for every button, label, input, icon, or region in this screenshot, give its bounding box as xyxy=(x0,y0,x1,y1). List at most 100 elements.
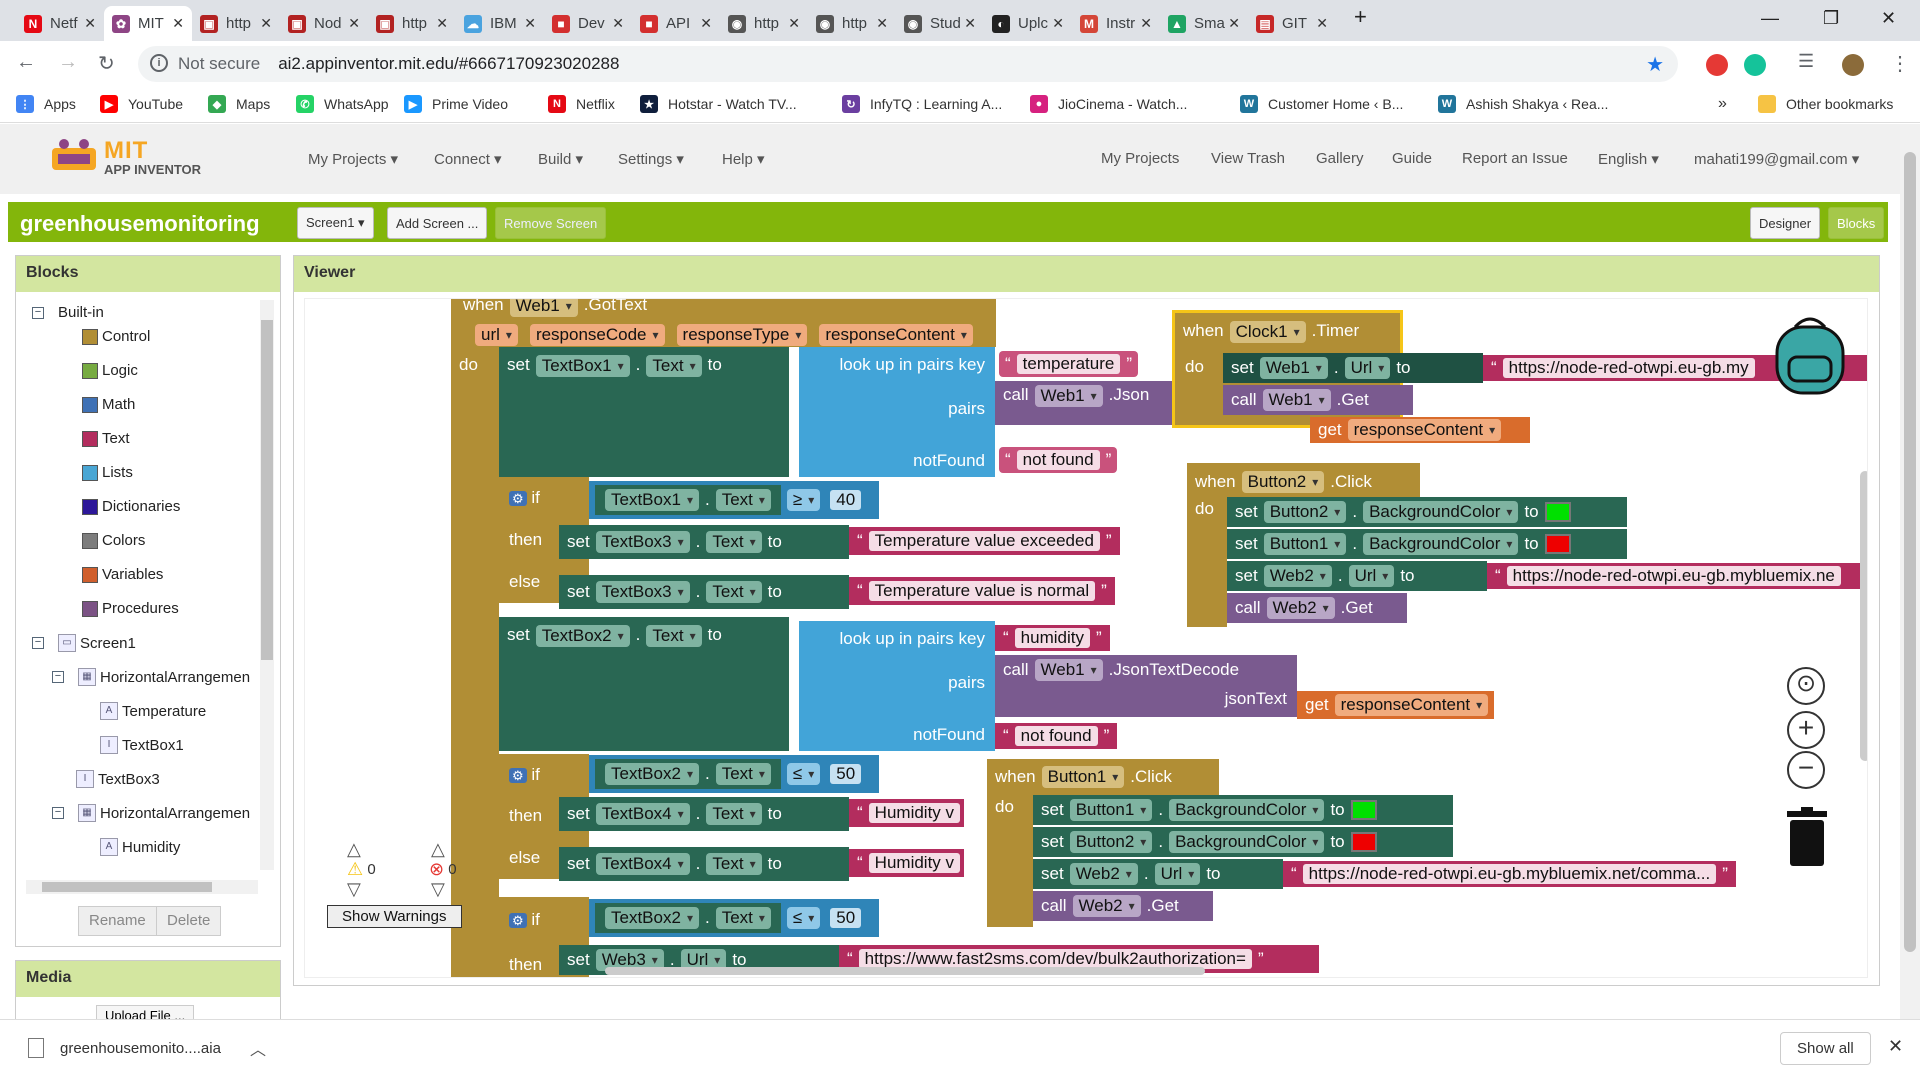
get-responsecontent[interactable]: get responseContent xyxy=(1297,691,1495,719)
close-tab-icon[interactable]: ✕ xyxy=(84,15,96,32)
browser-tab[interactable]: ■ Dev ✕ xyxy=(544,6,632,41)
lookup-pairs-temp[interactable]: look up in pairs key pairs notFound xyxy=(799,347,995,477)
number-50-value[interactable]: 50 xyxy=(830,764,862,784)
textbox1-dropdown[interactable]: TextBox1 xyxy=(605,489,699,511)
lte-dropdown[interactable]: ≤ xyxy=(786,763,821,785)
lte-dropdown[interactable]: ≤ xyxy=(786,907,821,929)
tree-vertical-scrollbar[interactable] xyxy=(260,300,274,870)
screen-select[interactable]: Screen1 ▾ xyxy=(297,207,374,239)
web1-dropdown[interactable]: Web1 xyxy=(1034,385,1103,407)
get-textbox2-text[interactable]: TextBox2. Text xyxy=(595,759,781,789)
web2-dropdown[interactable]: Web2 xyxy=(1263,565,1332,587)
workspace-vertical-scrollbar[interactable] xyxy=(1860,471,1867,761)
bgcolor-dropdown[interactable]: BackgroundColor xyxy=(1169,799,1325,821)
web1-dropdown[interactable]: Web1 xyxy=(509,299,578,317)
browser-tab[interactable]: ▲ Sma ✕ xyxy=(1160,6,1248,41)
param-responsecontent[interactable]: responseContent xyxy=(819,324,973,346)
b2-url-value[interactable]: https://node-red-otwpi.eu-gb.mybluemix.n… xyxy=(1506,566,1841,586)
close-tab-icon[interactable]: ✕ xyxy=(1316,15,1328,32)
more-bookmarks-icon[interactable]: » xyxy=(1718,95,1727,113)
error-down-arrow-icon[interactable]: ▽ xyxy=(431,879,445,900)
fast2sms-value[interactable]: https://www.fast2sms.com/dev/bulk2author… xyxy=(858,949,1252,969)
web1-dropdown[interactable]: Web1 xyxy=(1259,357,1328,379)
temp-exceeded-string[interactable]: “ Temperature value exceeded ” xyxy=(849,527,1120,555)
text-prop-dropdown[interactable]: Text xyxy=(706,853,762,875)
block-category-item[interactable]: Math xyxy=(82,396,135,413)
bookmark-item[interactable]: ↻ InfyTQ : Learning A... xyxy=(842,95,1002,113)
backpack-icon[interactable] xyxy=(1765,309,1855,399)
top-menu-item[interactable]: Settings ▾ xyxy=(618,150,684,168)
block-category-item[interactable]: Colors xyxy=(82,532,145,549)
close-tab-icon[interactable]: ✕ xyxy=(788,15,800,32)
web2-dropdown[interactable]: Web2 xyxy=(1266,597,1335,619)
bgcolor-dropdown[interactable]: BackgroundColor xyxy=(1363,533,1519,555)
top-menu-item[interactable]: My Projects ▾ xyxy=(308,150,398,168)
textbox2-dropdown[interactable]: TextBox2 xyxy=(605,907,699,929)
temp-normal-string[interactable]: “ Temperature value is normal ” xyxy=(849,577,1115,605)
number-40-value[interactable]: 40 xyxy=(830,490,862,510)
get-textbox2-text[interactable]: TextBox2. Text xyxy=(595,903,781,933)
set-button2-bg-green[interactable]: set Button2. BackgroundColor to xyxy=(1227,497,1627,527)
temp-exceeded-value[interactable]: Temperature value exceeded xyxy=(868,531,1100,551)
get-responsecontent-behind[interactable]: get responseContent xyxy=(1310,417,1530,443)
forward-icon[interactable]: → xyxy=(58,51,78,74)
green-color-swatch[interactable] xyxy=(1544,502,1571,522)
block-category-item[interactable]: Text xyxy=(82,430,130,447)
compare-hum-50[interactable]: TextBox2. Text ≤ 50 xyxy=(589,755,879,793)
top-menu-item[interactable]: Guide xyxy=(1392,150,1432,167)
notfound-string[interactable]: “ not found ” xyxy=(999,447,1118,473)
button2-dropdown[interactable]: Button2 xyxy=(1069,831,1153,853)
delete-button[interactable]: Delete xyxy=(156,906,222,936)
browser-tab[interactable]: M Instr ✕ xyxy=(1072,6,1160,41)
warning-down-arrow-icon[interactable]: ▽ xyxy=(347,879,361,900)
url-prop-dropdown[interactable]: Url xyxy=(1348,565,1395,587)
bookmark-item[interactable]: ◆ Maps xyxy=(208,95,270,113)
show-warnings-button[interactable]: Show Warnings xyxy=(327,905,462,928)
b2-url-string[interactable]: “ https://node-red-otwpi.eu-gb.mybluemix… xyxy=(1487,563,1867,589)
close-tab-icon[interactable]: ✕ xyxy=(524,15,536,32)
humidity-value-a[interactable]: Humidity v xyxy=(868,803,961,823)
web2-dropdown[interactable]: Web2 xyxy=(1069,863,1138,885)
profile-avatar[interactable] xyxy=(1842,54,1864,76)
call-web1-json-partial[interactable]: call Web1 .Json xyxy=(995,381,1175,425)
component-item[interactable]: A Temperature xyxy=(100,702,206,720)
reading-list-icon[interactable]: ☰ xyxy=(1798,51,1814,72)
gear-icon[interactable]: ⚙ xyxy=(509,491,527,506)
component-item[interactable]: I TextBox3 xyxy=(76,770,160,788)
humidity-string-b[interactable]: “ Humidity v xyxy=(849,849,964,877)
zoom-in-icon[interactable]: + xyxy=(1787,711,1825,749)
textbox2-dropdown[interactable]: TextBox2 xyxy=(605,763,699,785)
close-tab-icon[interactable]: ✕ xyxy=(1052,15,1064,32)
other-bookmarks[interactable]: Other bookmarks xyxy=(1758,95,1893,113)
clock1-dropdown[interactable]: Clock1 xyxy=(1229,321,1306,343)
gte-dropdown[interactable]: ≥ xyxy=(786,489,821,511)
compare-temp-40[interactable]: TextBox1. Text ≥ 40 xyxy=(589,481,879,519)
button1-dropdown[interactable]: Button1 xyxy=(1263,533,1347,555)
button1-click-event[interactable]: when Button1 .Click xyxy=(987,759,1219,795)
bookmark-item[interactable]: ● JioCinema - Watch... xyxy=(1030,95,1187,113)
error-up-arrow-icon[interactable]: △ xyxy=(431,839,445,860)
chevron-up-icon[interactable]: ︿ xyxy=(250,1036,266,1060)
gear-icon[interactable]: ⚙ xyxy=(509,767,527,783)
bookmark-item[interactable]: ▶ Prime Video xyxy=(404,95,508,113)
collapse-icon[interactable]: − xyxy=(52,671,64,683)
bookmark-item[interactable]: ⋮ Apps xyxy=(16,95,76,113)
collapse-icon[interactable]: − xyxy=(32,637,44,649)
top-menu-item[interactable]: My Projects xyxy=(1101,150,1179,167)
temp-normal-value[interactable]: Temperature value is normal xyxy=(868,581,1096,601)
blocks-workspace[interactable]: when Web1 .GotText url responseCode resp… xyxy=(304,298,1868,978)
text-prop-dropdown[interactable]: Text xyxy=(706,581,762,603)
tree-horizontal-scrollbar[interactable] xyxy=(26,880,258,894)
top-menu-item[interactable]: Gallery xyxy=(1316,150,1364,167)
textbox3-dropdown[interactable]: TextBox3 xyxy=(595,531,690,553)
back-icon[interactable]: ← xyxy=(16,51,36,74)
top-menu-item[interactable]: Report an Issue xyxy=(1462,150,1568,167)
textbox3-dropdown[interactable]: TextBox3 xyxy=(595,581,690,603)
browser-tab[interactable]: ✿ MIT ✕ xyxy=(104,6,192,41)
set-web2-url-b1[interactable]: set Web2. Url to xyxy=(1033,859,1283,889)
set-textbox3-normal[interactable]: set TextBox3. Text to xyxy=(559,575,849,609)
close-window-icon[interactable]: ✕ xyxy=(1881,8,1896,29)
number-50-value[interactable]: 50 xyxy=(830,908,862,928)
set-button1-bg-green[interactable]: set Button1. BackgroundColor to xyxy=(1033,795,1453,825)
humidity-key[interactable]: humidity xyxy=(1014,628,1090,648)
